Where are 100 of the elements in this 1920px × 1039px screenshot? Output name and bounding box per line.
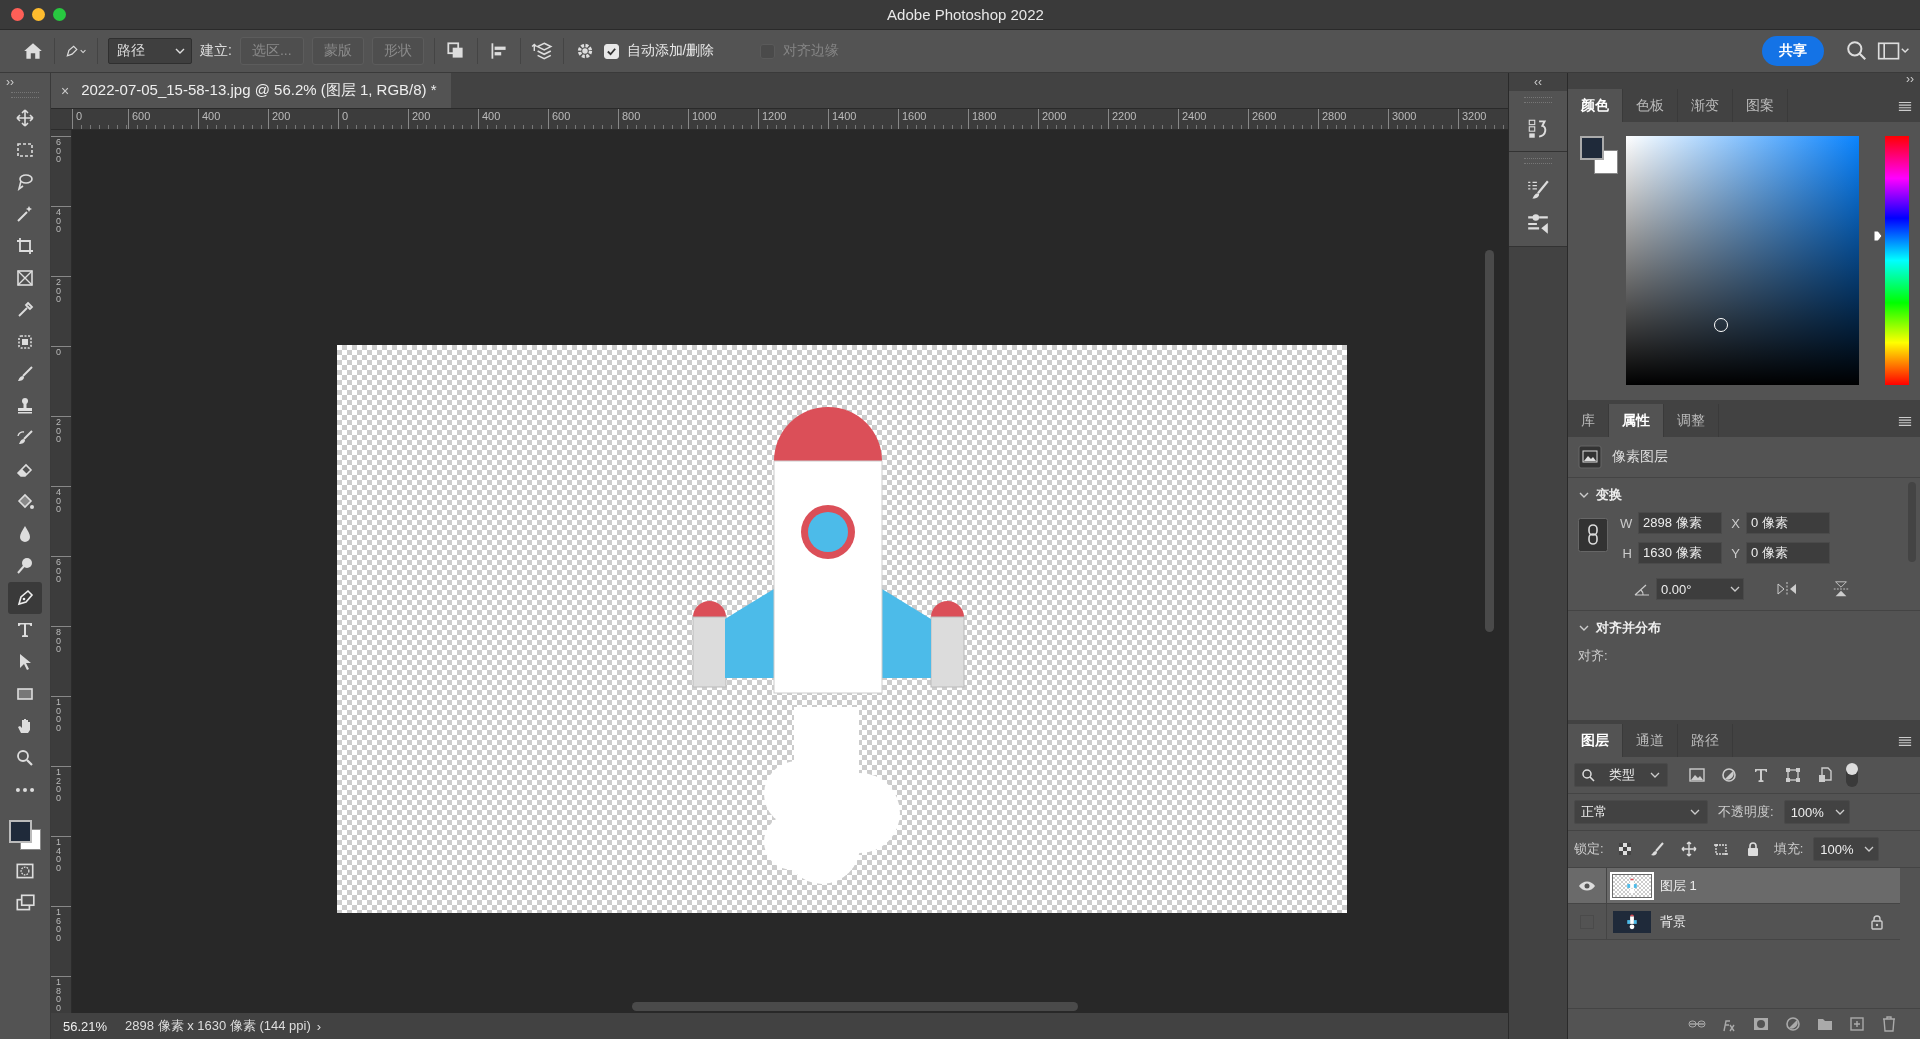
pen-tool-button[interactable] <box>8 582 42 614</box>
ruler-label: 1000 <box>56 697 62 732</box>
adjustment-filter-icon[interactable] <box>1720 766 1738 784</box>
auto-add-delete-label: 自动添加/删除 <box>626 42 715 60</box>
opacity-field[interactable]: 100% <box>1783 800 1850 824</box>
collapse-dock-toggle[interactable]: ‹‹ <box>1534 76 1542 88</box>
section-title: 对齐并分布 <box>1596 619 1661 637</box>
panel-tab[interactable]: 色板 <box>1623 89 1678 122</box>
search-icon[interactable] <box>1846 40 1868 62</box>
ruler-label: 1800 <box>56 977 62 1012</box>
brush-presets-icon[interactable] <box>1526 212 1550 236</box>
layer-row[interactable]: 背景 <box>1568 904 1900 940</box>
lock-move-icon[interactable] <box>1680 841 1697 857</box>
panel-menu-icon[interactable] <box>1898 734 1912 747</box>
document-tab[interactable]: × 2022-07-05_15-58-13.jpg @ 56.2% (图层 1, RGB/8) * <box>51 73 451 108</box>
scrollbar-thumb[interactable] <box>632 1002 1078 1011</box>
filter-toggle[interactable] <box>1846 763 1858 787</box>
document-title: 2022-07-05_15-58-13.jpg @ 56.2% (图层 1, RGB/8) * <box>81 81 437 100</box>
crop-tool-icon <box>15 236 35 256</box>
ruler-label: 1200 <box>56 767 62 802</box>
panel-tab[interactable]: 图案 <box>1733 89 1788 122</box>
angle-icon <box>1634 582 1650 596</box>
color-swatches[interactable] <box>1580 136 1618 174</box>
make-label: 建立: <box>200 42 232 60</box>
panel-tab[interactable]: 颜色 <box>1568 89 1623 122</box>
collapse-panels-toggle[interactable]: ›› <box>1906 73 1914 89</box>
pen-tool-icon <box>15 588 35 608</box>
ruler-label: 0 <box>56 347 62 357</box>
eye-icon[interactable] <box>1578 879 1596 892</box>
width-field[interactable]: 2898 像素 <box>1638 512 1722 534</box>
ruler-label: 0 <box>72 109 128 129</box>
height-field[interactable]: 1630 像素 <box>1638 542 1722 564</box>
minimize-window-button[interactable] <box>32 8 45 21</box>
layer-kind-label: 像素图层 <box>1612 448 1668 466</box>
zoom-window-button[interactable] <box>53 8 66 21</box>
ruler-label: 1400 <box>56 837 62 872</box>
lock-icon[interactable] <box>1870 913 1884 930</box>
lock-transparent-icon[interactable] <box>1616 841 1633 857</box>
x-label: X <box>1730 515 1740 531</box>
ruler-label: 400 <box>56 207 62 234</box>
zoom-level: 56.21% <box>63 1018 109 1034</box>
ruler-label: 1600 <box>56 907 62 942</box>
panel-tab[interactable]: 属性 <box>1609 404 1664 437</box>
info-arrow-icon[interactable]: › <box>316 1018 322 1034</box>
trash-icon[interactable] <box>1880 1015 1898 1033</box>
lock-artboard-icon[interactable] <box>1712 841 1729 857</box>
caret-icon <box>175 47 185 55</box>
link-icon[interactable] <box>1578 518 1608 552</box>
close-window-button[interactable] <box>11 8 24 21</box>
ruler-label: 600 <box>56 137 62 164</box>
layer-thumbnail <box>1613 910 1651 933</box>
flip-horizontal-icon[interactable] <box>1776 580 1798 598</box>
pixel-layer-icon <box>1578 445 1602 469</box>
y-label: Y <box>1730 545 1740 561</box>
panel-tab[interactable]: 渐变 <box>1678 89 1733 122</box>
bucket-tool-icon <box>15 492 35 512</box>
brush-settings-icon[interactable] <box>1526 178 1550 202</box>
angle-dropdown[interactable]: 0.00° <box>1656 578 1744 600</box>
zoom-tool-icon <box>15 748 35 768</box>
opacity-label: 不透明度: <box>1718 803 1774 821</box>
more-tool-icon <box>15 787 35 793</box>
mode-dropdown[interactable]: 路径 <box>108 38 192 64</box>
adjustment-layer-icon[interactable] <box>1784 1015 1802 1033</box>
panel-menu-icon[interactable] <box>1898 99 1912 112</box>
color-swatches[interactable] <box>9 820 41 850</box>
new-layer-icon[interactable] <box>1848 1015 1866 1033</box>
type-filter-icon[interactable] <box>1752 766 1770 784</box>
hue-pointer-icon[interactable] <box>1873 229 1883 242</box>
height-label: H <box>1621 545 1632 561</box>
image-filter-icon[interactable] <box>1688 766 1706 784</box>
panel-tab[interactable]: 通道 <box>1623 724 1678 757</box>
panel-menu-icon[interactable] <box>1898 414 1912 427</box>
type-tool-icon <box>15 620 35 640</box>
panel-tab[interactable]: 调整 <box>1664 404 1719 437</box>
share-button[interactable]: 共享 <box>1762 36 1824 66</box>
path-arrangement-icon[interactable] <box>530 40 553 62</box>
stamp-tool-icon <box>15 396 35 416</box>
expand-toolbar-toggle[interactable]: ›› <box>6 76 14 88</box>
y-field[interactable]: 0 像素 <box>1746 542 1830 564</box>
layer-filter-dropdown[interactable]: 类型 <box>1574 763 1668 787</box>
document-info[interactable]: 2898 像素 x 1630 像素 (144 ppi) <box>125 1017 311 1035</box>
caret-icon <box>1649 771 1661 779</box>
scrollbar-thumb[interactable] <box>1485 250 1494 632</box>
panel-tab[interactable]: 图层 <box>1568 724 1623 757</box>
color-field[interactable] <box>1626 136 1859 385</box>
dodge-tool-icon <box>15 556 35 576</box>
smart-object-filter-icon[interactable] <box>1816 766 1834 784</box>
fill-field[interactable]: 100% <box>1813 837 1880 861</box>
checkmark-icon <box>605 45 617 57</box>
brush-tool-icon <box>15 364 35 384</box>
shape-filter-icon[interactable] <box>1784 766 1802 784</box>
close-tab-icon[interactable]: × <box>61 82 70 99</box>
blend-mode-dropdown[interactable]: 正常 <box>1574 800 1708 824</box>
workspace-icon[interactable] <box>1876 40 1910 62</box>
layer-mask-icon[interactable] <box>1752 1015 1770 1033</box>
section-title: 变换 <box>1596 486 1622 504</box>
panel-tab[interactable]: 路径 <box>1678 724 1733 757</box>
fill-label: 填充: <box>1773 840 1804 858</box>
layer-row[interactable]: 图层 1 <box>1568 868 1900 904</box>
x-field[interactable]: 0 像素 <box>1746 512 1830 534</box>
